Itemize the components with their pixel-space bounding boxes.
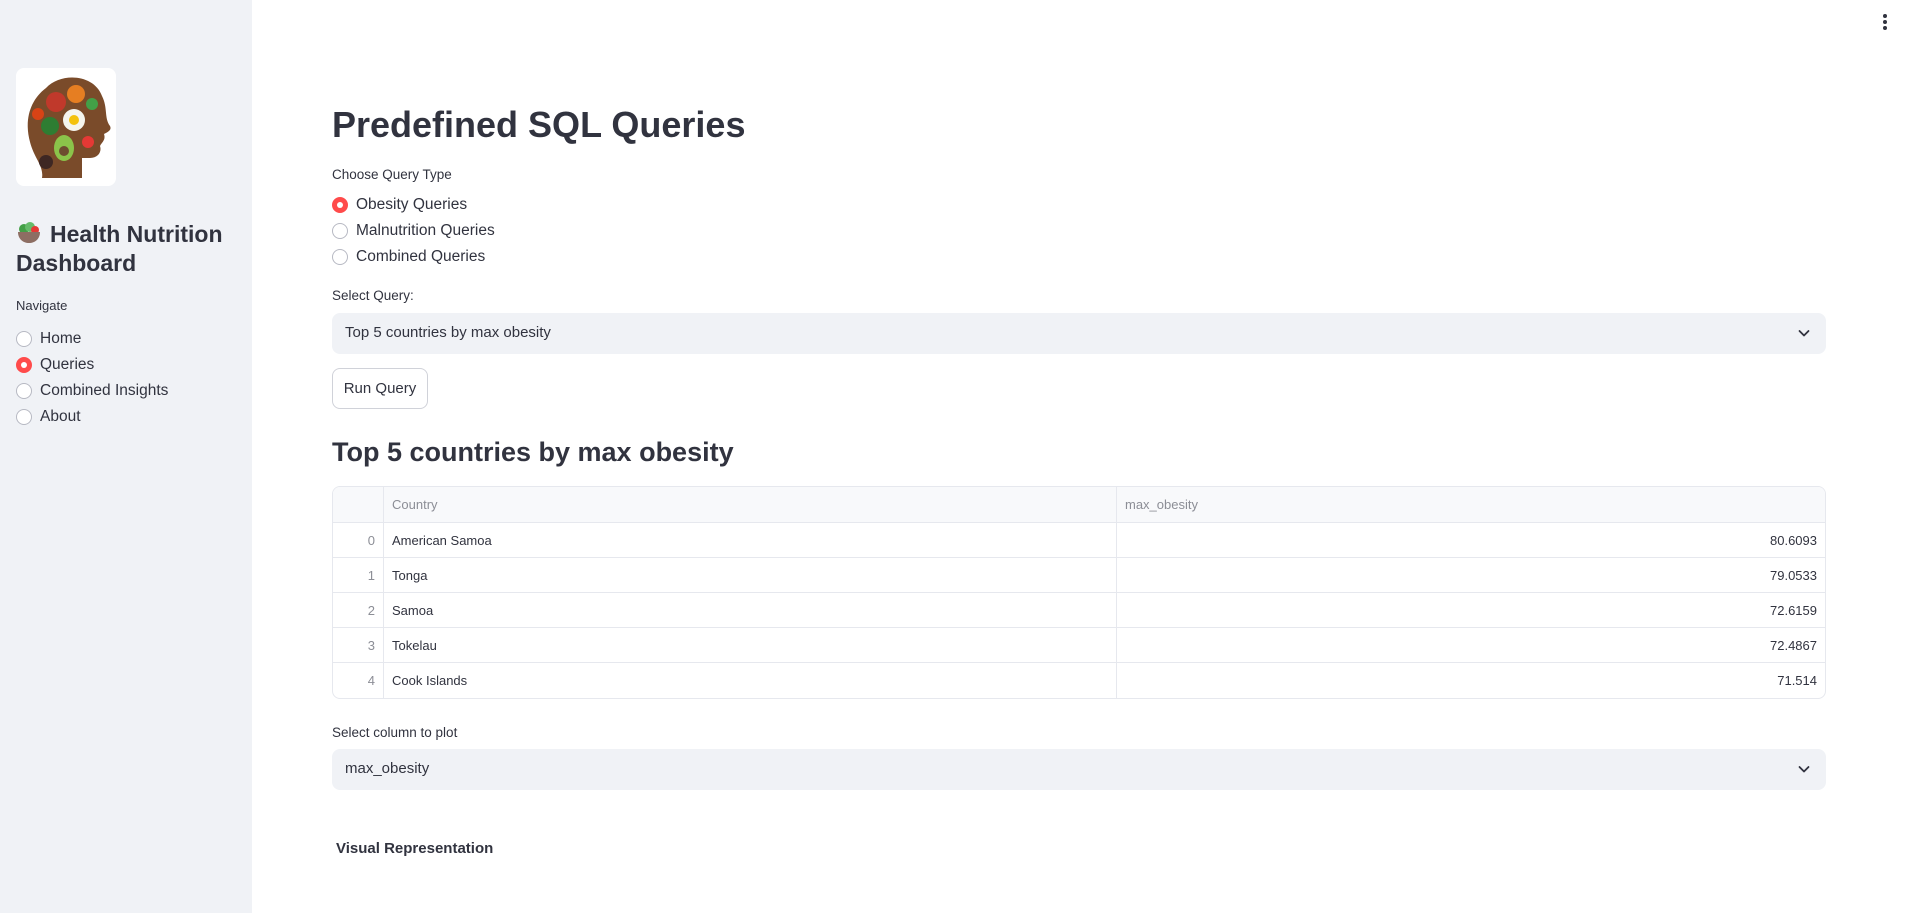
row-index: 0	[333, 523, 384, 557]
table-header-row: Country max_obesity	[333, 487, 1825, 523]
nav-item-label: Combined Insights	[40, 382, 169, 399]
chevron-down-icon	[1798, 330, 1810, 337]
query-type-combined[interactable]: Combined Queries	[332, 244, 495, 270]
run-query-button[interactable]: Run Query	[332, 368, 428, 409]
table-row[interactable]: 2 Samoa 72.6159	[333, 593, 1825, 628]
cell-max-obesity[interactable]: 79.0533	[1117, 558, 1825, 592]
plot-column-dropdown[interactable]: max_obesity	[332, 749, 1826, 790]
query-type-label: Choose Query Type	[332, 167, 452, 182]
radio-button[interactable]	[16, 409, 32, 425]
main-menu-icon[interactable]	[1878, 12, 1892, 32]
cell-max-obesity[interactable]: 72.6159	[1117, 593, 1825, 627]
radio-button-selected[interactable]	[332, 197, 348, 213]
radio-button[interactable]	[332, 249, 348, 265]
radio-button[interactable]	[16, 383, 32, 399]
salad-bowl-icon	[16, 221, 42, 245]
query-type-label: Obesity Queries	[356, 196, 468, 213]
nav-item-queries[interactable]: Queries	[16, 352, 168, 378]
nav-label: Navigate	[16, 298, 68, 313]
visual-representation-heading: Visual Representation	[336, 840, 494, 857]
result-title: Top 5 countries by max obesity	[332, 437, 734, 467]
cell-country[interactable]: Tonga	[384, 558, 1117, 592]
cell-max-obesity[interactable]: 80.6093	[1117, 523, 1825, 557]
cell-country[interactable]: American Samoa	[384, 523, 1117, 557]
table-row[interactable]: 4 Cook Islands 71.514	[333, 663, 1825, 698]
results-table[interactable]: Country max_obesity 0 American Samoa 80.…	[332, 486, 1826, 699]
select-query-dropdown[interactable]: Top 5 countries by max obesity	[332, 313, 1826, 354]
sidebar: Health Nutrition Dashboard Navigate Home…	[0, 0, 252, 913]
select-query-label: Select Query:	[332, 288, 414, 303]
table-row[interactable]: 0 American Samoa 80.6093	[333, 523, 1825, 558]
cell-country[interactable]: Tokelau	[384, 628, 1117, 662]
nav-item-home[interactable]: Home	[16, 326, 168, 352]
table-row[interactable]: 1 Tonga 79.0533	[333, 558, 1825, 593]
nav-radio-group: Home Queries Combined Insights About	[16, 326, 168, 430]
query-type-malnutrition[interactable]: Malnutrition Queries	[332, 218, 495, 244]
plot-column-value: max_obesity	[345, 760, 430, 777]
table-row[interactable]: 3 Tokelau 72.4867	[333, 628, 1825, 663]
nav-item-label: Queries	[40, 356, 95, 373]
column-header-country[interactable]: Country	[384, 487, 1117, 522]
radio-button-selected[interactable]	[16, 357, 32, 373]
radio-button[interactable]	[16, 331, 32, 347]
nav-item-combined-insights[interactable]: Combined Insights	[16, 378, 168, 404]
cell-country[interactable]: Cook Islands	[384, 663, 1117, 698]
nav-item-label: Home	[40, 330, 82, 347]
cell-max-obesity[interactable]: 72.4867	[1117, 628, 1825, 662]
app-title-text: Health Nutrition Dashboard	[16, 221, 223, 276]
app-logo	[16, 68, 116, 186]
select-query-value: Top 5 countries by max obesity	[345, 324, 551, 341]
index-header	[333, 487, 384, 522]
cell-country[interactable]: Samoa	[384, 593, 1117, 627]
plot-column-label: Select column to plot	[332, 725, 458, 740]
row-index: 4	[333, 663, 384, 698]
radio-button[interactable]	[332, 223, 348, 239]
cell-max-obesity[interactable]: 71.514	[1117, 663, 1825, 698]
row-index: 2	[333, 593, 384, 627]
chevron-down-icon	[1798, 766, 1810, 773]
nav-item-label: About	[40, 408, 81, 425]
query-type-label: Combined Queries	[356, 248, 486, 265]
page-title: Predefined SQL Queries	[332, 104, 746, 145]
app-title: Health Nutrition Dashboard	[16, 220, 246, 278]
nav-item-about[interactable]: About	[16, 404, 168, 430]
query-type-label: Malnutrition Queries	[356, 222, 495, 239]
row-index: 3	[333, 628, 384, 662]
query-type-obesity[interactable]: Obesity Queries	[332, 192, 495, 218]
row-index: 1	[333, 558, 384, 592]
query-type-radio-group: Obesity Queries Malnutrition Queries Com…	[332, 192, 495, 270]
column-header-max-obesity[interactable]: max_obesity	[1117, 487, 1825, 522]
